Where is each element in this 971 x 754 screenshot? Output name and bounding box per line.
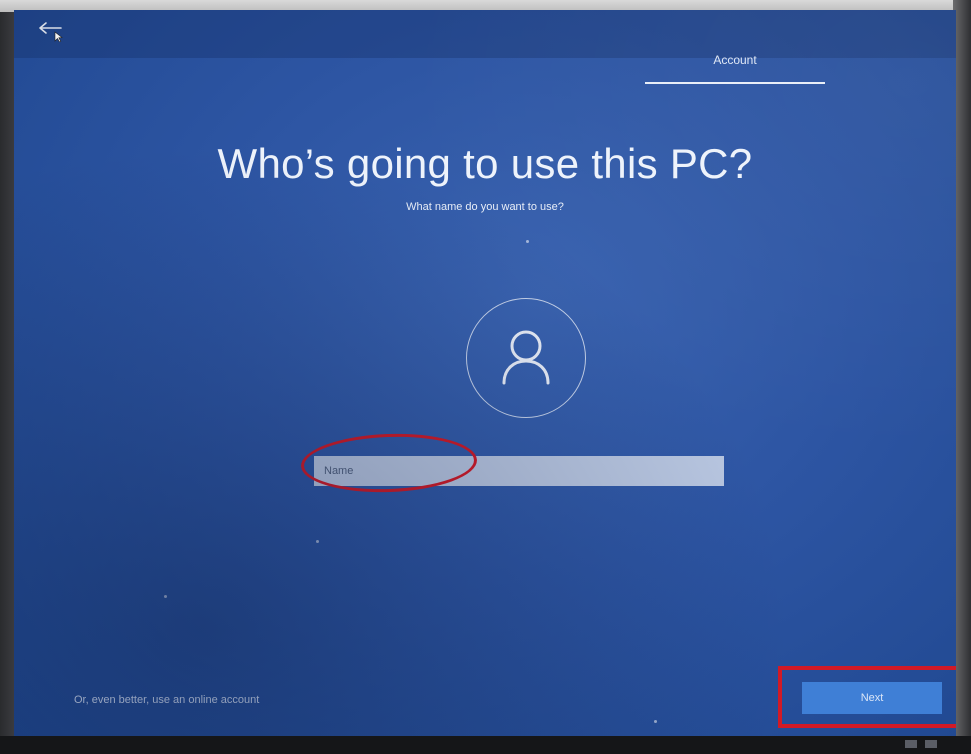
dust-speck (164, 595, 167, 598)
back-button[interactable] (28, 16, 72, 50)
page-subtitle: What name do you want to use? (406, 201, 564, 213)
step-tab-underline (645, 82, 825, 84)
highlight-rect-annotation (778, 666, 956, 728)
dust-speck (654, 720, 657, 723)
monitor-indicator-icons (905, 740, 945, 750)
dust-speck (526, 240, 529, 243)
monitor-bezel-bottom (0, 736, 971, 754)
monitor-indicator-icon (905, 740, 917, 748)
monitor-indicator-icon (925, 740, 937, 748)
step-tab-account: Account (713, 53, 757, 67)
user-icon (498, 325, 554, 392)
avatar (466, 298, 586, 418)
page-title: Who’s going to use this PC? (217, 140, 753, 187)
back-arrow-icon (35, 20, 65, 47)
online-account-link[interactable]: Or, even better, use an online account (74, 694, 259, 706)
monitor-bezel-left (0, 0, 14, 754)
setup-screen: Account Who’s going to use this PC? What… (14, 10, 956, 736)
dust-speck (316, 540, 319, 543)
